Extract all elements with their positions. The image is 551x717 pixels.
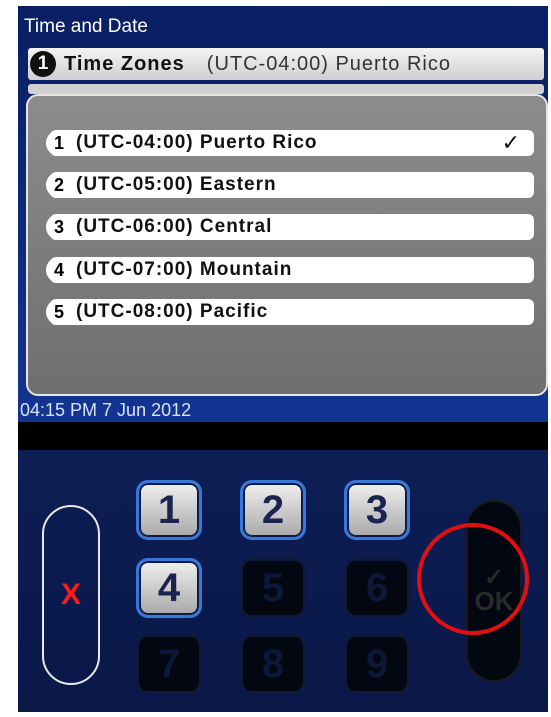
cancel-button[interactable]: X	[42, 505, 100, 685]
key-9[interactable]: 9	[344, 634, 410, 694]
option-number-badge: 5	[46, 299, 72, 325]
key-5[interactable]: 5	[240, 558, 306, 618]
key-3[interactable]: 3	[344, 480, 410, 540]
option-label: (UTC-08:00) Pacific	[76, 301, 269, 322]
option-label: (UTC-07:00) Mountain	[76, 259, 293, 280]
timezone-option-1[interactable]: 1 (UTC-04:00) Puerto Rico ✓	[46, 130, 534, 156]
option-number-badge: 4	[46, 257, 72, 283]
option-label: (UTC-04:00) Puerto Rico	[76, 132, 318, 153]
timezone-option-3[interactable]: 3 (UTC-06:00) Central	[46, 214, 534, 240]
time-zones-row[interactable]: 1 Time Zones (UTC-04:00) Puerto Rico	[28, 48, 544, 80]
status-datetime: 04:15 PM 7 Jun 2012	[20, 400, 192, 420]
selected-check-icon: ✓	[501, 130, 520, 155]
close-icon: X	[60, 578, 81, 611]
key-8[interactable]: 8	[240, 634, 306, 694]
highlight-annotation	[417, 523, 529, 635]
row-number-badge: 1	[30, 51, 56, 77]
divider	[18, 422, 548, 450]
timezone-option-4[interactable]: 4 (UTC-07:00) Mountain	[46, 257, 534, 283]
option-number-badge: 1	[46, 130, 72, 156]
settings-panel: Time and Date 1 Time Zones (UTC-04:00) P…	[18, 6, 548, 422]
settings-row-stub	[28, 84, 544, 94]
timezone-option-2[interactable]: 2 (UTC-05:00) Eastern	[46, 172, 534, 198]
option-number-badge: 3	[46, 214, 72, 240]
key-1[interactable]: 1	[136, 480, 202, 540]
page-title: Time and Date	[24, 16, 148, 37]
timezone-popup: 1 (UTC-04:00) Puerto Rico ✓ 2 (UTC-05:00…	[26, 94, 548, 396]
timezone-option-5[interactable]: 5 (UTC-08:00) Pacific	[46, 299, 534, 325]
key-6[interactable]: 6	[344, 558, 410, 618]
time-zones-value: (UTC-04:00) Puerto Rico	[206, 52, 451, 75]
key-2[interactable]: 2	[240, 480, 306, 540]
key-4[interactable]: 4	[136, 558, 202, 618]
key-7[interactable]: 7	[136, 634, 202, 694]
time-zones-label: Time Zones	[64, 52, 185, 75]
option-number-badge: 2	[46, 172, 72, 198]
option-label: (UTC-06:00) Central	[76, 216, 273, 237]
option-label: (UTC-05:00) Eastern	[76, 174, 277, 195]
